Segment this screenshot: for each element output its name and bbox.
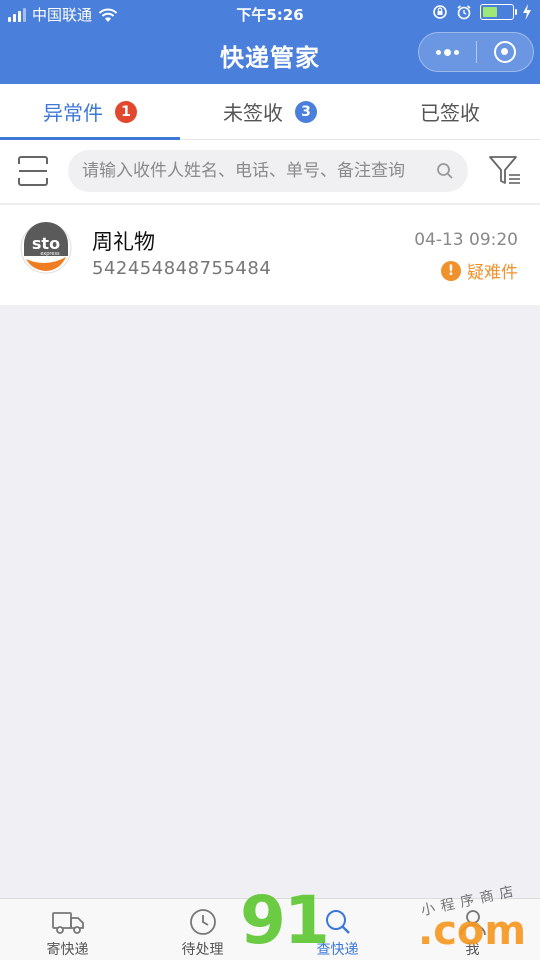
tab-exception[interactable]: 异常件 1	[0, 84, 180, 140]
search-box	[68, 150, 468, 192]
more-button[interactable]	[419, 33, 476, 71]
status-right	[432, 4, 532, 20]
nav-label: 待处理	[181, 942, 224, 958]
charging-icon	[523, 4, 531, 20]
status-label: ! 疑难件	[441, 258, 518, 283]
count-badge: 3	[295, 100, 317, 123]
battery-icon	[480, 4, 517, 20]
search-input[interactable]	[82, 150, 422, 192]
person-icon	[459, 910, 486, 936]
clock-icon	[189, 909, 216, 935]
truck-icon	[51, 912, 84, 934]
search-row	[0, 140, 540, 204]
bottom-nav: 寄快递 待处理 查快递 我	[0, 898, 540, 960]
close-miniprogram-button[interactable]	[477, 33, 534, 71]
target-icon	[493, 41, 516, 63]
magnifier-icon	[325, 910, 350, 934]
list-item[interactable]	[0, 205, 540, 305]
tab-unsigned[interactable]: 未签收 3	[180, 84, 360, 139]
recipient-name: 周礼物	[92, 230, 155, 254]
tab-label: 异常件	[43, 101, 103, 125]
nav-me[interactable]: 我	[405, 899, 540, 960]
nav-pending[interactable]: 待处理	[135, 899, 270, 960]
nav-label: 我	[465, 942, 480, 958]
more-dots-icon	[435, 48, 459, 56]
tab-label: 未签收	[223, 101, 283, 125]
tab-label: 已签收	[420, 101, 480, 125]
scan-icon[interactable]	[16, 154, 50, 188]
filter-icon[interactable]	[488, 154, 522, 188]
header-bar: 中国联通 下午5:26 快递管家	[0, 0, 540, 84]
orientation-lock-icon	[433, 5, 447, 19]
status-bar: 中国联通 下午5:26	[0, 0, 540, 28]
status-text: 疑难件	[467, 263, 518, 283]
tab-bar: 异常件 1 未签收 3 已签收	[0, 84, 540, 140]
alarm-icon	[457, 5, 471, 20]
count-badge: 1	[115, 100, 137, 123]
item-time: 04-13 09:20	[414, 230, 518, 250]
tab-signed[interactable]: 已签收	[360, 84, 540, 139]
nav-label: 寄快递	[46, 942, 89, 958]
nav-send-express[interactable]: 寄快递	[0, 899, 135, 960]
tracking-number: 542454848755484	[92, 258, 272, 279]
nav-label: 查快递	[316, 942, 359, 958]
nav-query-express[interactable]: 查快递	[270, 899, 405, 960]
search-icon[interactable]	[436, 162, 454, 180]
miniprogram-capsule	[418, 32, 534, 72]
warning-icon: !	[441, 260, 461, 281]
sto-express-logo: sto express	[20, 222, 72, 274]
svg-text:express: express	[40, 251, 60, 257]
